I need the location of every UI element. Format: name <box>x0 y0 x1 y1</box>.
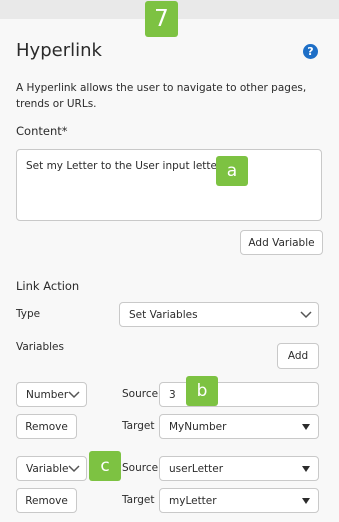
content-text: Set my Letter to the User input letter <box>26 160 222 172</box>
dropdown-arrow-icon <box>302 423 310 430</box>
source-value: 3 <box>169 388 176 401</box>
source-label: Source <box>122 462 159 474</box>
content-textarea[interactable]: Set my Letter to the User input letter <box>16 149 322 221</box>
source-value: userLetter <box>169 462 224 475</box>
step-callout: 7 <box>145 1 178 37</box>
target-value: myLetter <box>169 494 217 507</box>
help-icon[interactable]: ? <box>303 44 318 59</box>
target-label: Target <box>122 420 155 432</box>
type-select[interactable]: Set Variables <box>119 302 319 327</box>
target-select[interactable]: myLetter <box>159 488 319 513</box>
variable-kind-select[interactable]: Number <box>16 382 87 407</box>
variable-kind-value: Number <box>26 388 69 401</box>
remove-button[interactable]: Remove <box>16 414 77 439</box>
type-label: Type <box>16 308 41 320</box>
variables-label: Variables <box>16 341 64 353</box>
variable-kind-value: Variable <box>26 462 69 475</box>
add-button[interactable]: Add <box>277 343 319 369</box>
panel-title: Hyperlink <box>16 40 102 61</box>
source-input[interactable]: 3 <box>159 382 319 407</box>
callout-a: a <box>216 156 248 186</box>
content-label: Content* <box>16 124 68 138</box>
panel-description: A Hyperlink allows the user to navigate … <box>16 82 307 110</box>
add-variable-button[interactable]: Add Variable <box>240 230 323 255</box>
chevron-down-icon <box>68 464 80 472</box>
source-label: Source <box>122 388 159 400</box>
callout-b: b <box>186 376 218 406</box>
dropdown-arrow-icon <box>302 497 310 504</box>
callout-c: c <box>89 451 121 481</box>
target-select[interactable]: MyNumber <box>159 414 319 439</box>
remove-button[interactable]: Remove <box>16 488 77 513</box>
target-value: MyNumber <box>169 420 227 433</box>
source-select[interactable]: userLetter <box>159 456 319 481</box>
type-select-value: Set Variables <box>129 308 198 321</box>
chevron-down-icon <box>300 310 312 318</box>
target-label: Target <box>122 494 155 506</box>
dropdown-arrow-icon <box>302 465 310 472</box>
chevron-down-icon <box>68 390 80 398</box>
variable-kind-select[interactable]: Variable <box>16 456 87 481</box>
link-action-heading: Link Action <box>16 279 80 293</box>
